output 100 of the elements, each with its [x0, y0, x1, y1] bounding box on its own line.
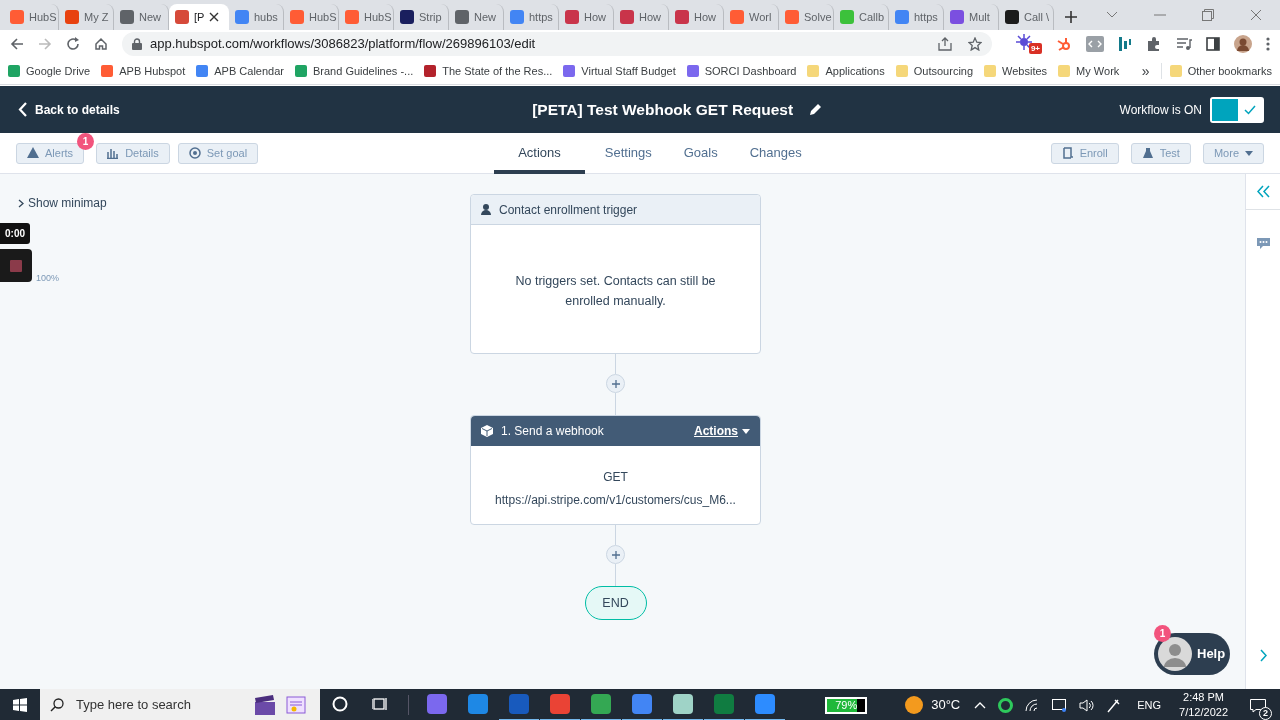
windows-icon[interactable]: [13, 698, 27, 712]
bookmark[interactable]: Brand Guidelines -...: [294, 62, 414, 80]
sparkle-icon: [1016, 34, 1032, 50]
bars-icon[interactable]: [1118, 36, 1132, 52]
flask-icon: [1141, 147, 1154, 159]
actions-dropdown[interactable]: Actions: [694, 422, 750, 440]
webhook-url: https://api.stripe.com/v1/customers/cus_M6...: [494, 492, 737, 509]
temperature: 30°C: [931, 696, 961, 715]
search-icon: [50, 698, 64, 712]
bookmark[interactable]: APB Hubspot: [101, 62, 186, 80]
end-node: END: [584, 586, 647, 620]
add-action-button[interactable]: [606, 545, 625, 564]
battery-percent: 79%: [834, 698, 859, 712]
notification-badge: 1: [1154, 625, 1171, 642]
back-link[interactable]: Back to details: [18, 100, 120, 119]
search-box[interactable]: Type here to search: [40, 689, 320, 720]
bookmark[interactable]: The State of the Res...: [424, 62, 553, 80]
cube-icon: [481, 425, 493, 437]
sprocket-icon[interactable]: [1056, 36, 1072, 52]
comment-icon[interactable]: [1256, 238, 1270, 250]
browser-tab[interactable]: [P: [169, 4, 229, 30]
avatar-icon[interactable]: [1234, 35, 1252, 53]
collapse-icon[interactable]: [1256, 185, 1270, 198]
clapper-icon: [254, 695, 276, 715]
bookmark[interactable]: Applications: [807, 62, 885, 80]
stop-icon: [10, 259, 22, 272]
clock-date[interactable]: 7/12/2022: [1179, 705, 1228, 720]
puzzle-icon[interactable]: [1146, 36, 1162, 52]
app-icon[interactable]: [755, 694, 775, 714]
bookmark[interactable]: Virtual Staff Budget: [563, 62, 676, 80]
target-icon: [188, 147, 201, 159]
pen-icon[interactable]: [1106, 697, 1122, 713]
bookmark[interactable]: APB Calendar: [196, 62, 284, 80]
sun-icon: [905, 696, 924, 714]
minimap-toggle[interactable]: Show minimap: [18, 194, 107, 212]
nav-tab[interactable]: Goals: [671, 132, 730, 174]
folder-icon: [1169, 65, 1182, 77]
chevron-left-icon: [18, 102, 27, 117]
circle-icon[interactable]: [332, 696, 348, 712]
bookmark[interactable]: Outsourcing: [895, 62, 974, 80]
menu-icon[interactable]: [1266, 36, 1270, 52]
app-icon[interactable]: [427, 694, 447, 714]
chevron-up-icon[interactable]: [974, 701, 987, 709]
app-icon[interactable]: [632, 694, 652, 714]
side-panel-icon[interactable]: [1206, 37, 1220, 51]
news-icon: [286, 695, 306, 715]
nav-tab[interactable]: Changes: [737, 132, 814, 174]
caret-icon[interactable]: [1106, 11, 1118, 19]
search-field[interactable]: Type here to search: [74, 694, 244, 716]
task-view-icon[interactable]: [372, 697, 388, 711]
app-icon[interactable]: [673, 694, 693, 714]
bookmark[interactable]: Google Drive: [8, 62, 91, 80]
trigger-card[interactable]: Contact enrollment trigger No triggers set. Contacts can still be enrolled manually.: [470, 194, 761, 354]
warning-icon: [27, 147, 39, 159]
bookmark[interactable]: My Work: [1058, 62, 1120, 80]
pencil-icon[interactable]: [809, 103, 823, 116]
url-text: app.hubspot.com/workflows/3086823/platform/flow/269896103/edit: [150, 35, 536, 54]
card-title: Contact enrollment trigger: [499, 201, 638, 219]
clock-time[interactable]: 2:48 PM: [1183, 690, 1224, 705]
workflow-title: [PETA] Test Webhook GET Request: [532, 99, 794, 120]
lock-icon: [132, 38, 142, 50]
media-icon[interactable]: [1176, 37, 1192, 51]
share-icon[interactable]: [938, 37, 952, 51]
zoom-level: 100%: [36, 272, 60, 285]
app-icon[interactable]: [550, 694, 570, 714]
new-tab-icon[interactable]: [1064, 10, 1078, 24]
webhook-method: GET: [602, 469, 629, 486]
code-icon[interactable]: [1086, 36, 1104, 52]
caret-icon: [1245, 150, 1253, 156]
display-icon[interactable]: [1052, 698, 1068, 712]
status-label: Workflow is ON: [1119, 101, 1202, 119]
app-icon[interactable]: [591, 694, 611, 714]
app-icon[interactable]: [468, 694, 488, 714]
bookmark[interactable]: Other bookmarks: [1160, 62, 1272, 80]
nav-tab[interactable]: Settings: [592, 132, 664, 174]
language-indicator[interactable]: ENG: [1137, 696, 1162, 714]
home-icon[interactable]: [94, 37, 108, 51]
chevron-right-icon: [18, 198, 24, 208]
add-action-button[interactable]: [606, 374, 625, 393]
person-icon: [481, 204, 491, 215]
workflow-toggle[interactable]: [1210, 96, 1264, 123]
more-bookmarks-button[interactable]: »: [1141, 60, 1150, 82]
avatar-icon: [1158, 637, 1192, 671]
plus-icon: [611, 550, 620, 559]
close-icon[interactable]: [209, 12, 220, 22]
reload-icon[interactable]: [66, 37, 80, 51]
caret-icon: [742, 428, 750, 434]
plus-icon: [611, 379, 620, 388]
back-icon[interactable]: [10, 37, 24, 51]
card-title: 1. Send a webhook: [501, 423, 604, 440]
volume-icon[interactable]: [1079, 698, 1095, 712]
address-bar[interactable]: app.hubspot.com/workflows/3086823/platform/flow/269896103/edit: [122, 32, 992, 56]
bookmark[interactable]: SORCI Dashboard: [686, 62, 797, 80]
bar-chart-icon: [107, 147, 120, 159]
chevron-right-icon[interactable]: [1259, 649, 1267, 662]
star-icon[interactable]: [968, 37, 982, 51]
action-card[interactable]: 1. Send a webhook Actions GET https://api.stripe.com/v1/customers/cus_M6...: [470, 415, 761, 525]
restore-icon[interactable]: [1202, 9, 1214, 21]
check-icon: [1244, 104, 1256, 115]
bookmark[interactable]: Websites: [984, 62, 1048, 80]
